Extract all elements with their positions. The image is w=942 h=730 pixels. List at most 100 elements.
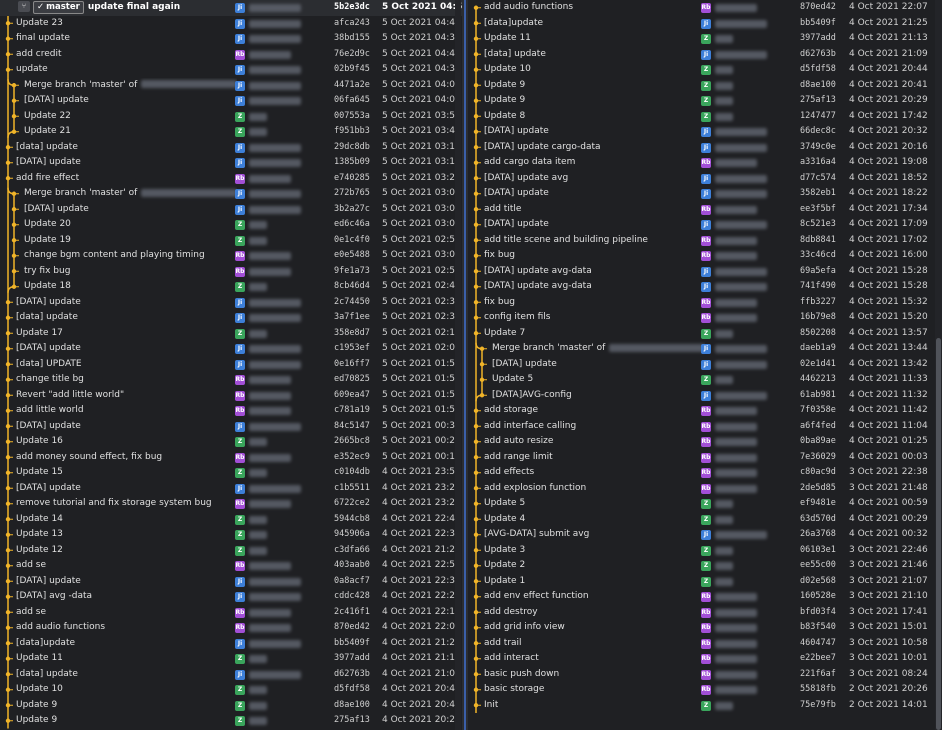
commit-row[interactable]: config item fils Rb 16b79e8 4 Oct 2021 15:2… bbox=[468, 310, 942, 326]
commit-row[interactable]: [DATA] update Ji c1953ef 5 Oct 2021 02:03 bbox=[0, 341, 462, 357]
commit-row[interactable]: add se Rb 403aab0 4 Oct 2021 22:53 bbox=[0, 558, 462, 574]
commit-row[interactable]: Update 17 Z 358e8d7 5 Oct 2021 02:16 bbox=[0, 326, 462, 342]
commit-hash[interactable]: 02e1d41 bbox=[800, 357, 836, 373]
commit-row[interactable]: [DATA]AVG-config Ji 61ab981 4 Oct 2021 11:3… bbox=[468, 388, 942, 404]
commit-hash[interactable]: 2c74450 bbox=[334, 295, 370, 311]
commit-row[interactable]: Update 8 Z 1247477 4 Oct 2021 17:42 bbox=[468, 109, 942, 125]
commit-row[interactable]: Merge branch 'master' of Ji daeb1a9 4 Oct 2… bbox=[468, 341, 942, 357]
commit-hash[interactable]: 221f6af bbox=[800, 667, 836, 683]
commit-row[interactable]: add little world Rb c781a19 5 Oct 2021 01:5… bbox=[0, 403, 462, 419]
commit-hash[interactable]: 8c521e3 bbox=[800, 217, 836, 233]
commit-hash[interactable]: 870ed42 bbox=[800, 0, 836, 16]
commit-hash[interactable]: 741f490 bbox=[800, 279, 836, 295]
commit-row[interactable]: Update 9 Zd8ae100 4 Oct 2021 20:41 bbox=[468, 78, 942, 94]
commit-row[interactable]: Update 23 Ji afca243 5 Oct 2021 04:48 bbox=[0, 16, 462, 32]
commit-hash[interactable]: c1953ef bbox=[334, 341, 370, 357]
commit-row[interactable]: add grid info view Rb b83f540 3 Oct 2021 15… bbox=[468, 620, 942, 636]
commit-row[interactable]: [DATA] update avg-data Ji 69a5efa 4 Oct 202… bbox=[468, 264, 942, 280]
commit-hash[interactable]: a6f4fed bbox=[800, 419, 836, 435]
left-scrollbar[interactable] bbox=[455, 0, 461, 730]
commit-row[interactable]: [data]update Ji bb5409f 4 Oct 2021 21:25 bbox=[0, 636, 462, 652]
commit-row[interactable]: add effects Rb c80ac9d 3 Oct 2021 22:38 bbox=[468, 465, 942, 481]
commit-hash[interactable]: 69a5efa bbox=[800, 264, 836, 280]
commit-hash[interactable]: 1385b09 bbox=[334, 155, 370, 171]
commit-row[interactable]: update Ji 02b9f45 5 Oct 2021 04:32 bbox=[0, 62, 462, 78]
commit-hash[interactable]: d62763b bbox=[800, 47, 836, 63]
commit-row[interactable]: add audio functions Rb 870ed42 4 Oct 2021 2… bbox=[468, 0, 942, 16]
commit-row[interactable]: [data] update Ji d62763b 4 Oct 2021 21:09 bbox=[468, 47, 942, 63]
commit-row[interactable]: add se Rb 2c416f1 4 Oct 2021 22:12 bbox=[0, 605, 462, 621]
commit-hash[interactable]: bb5409f bbox=[800, 16, 836, 32]
commit-hash[interactable]: 3582eb1 bbox=[800, 186, 836, 202]
commit-hash[interactable]: 8502208 bbox=[800, 326, 836, 342]
commit-hash[interactable]: 3749c0e bbox=[800, 140, 836, 156]
commit-row[interactable]: [DATA] update Ji 66dec8c 4 Oct 2021 20:32 bbox=[468, 124, 942, 140]
commit-hash[interactable]: bfd03f4 bbox=[800, 605, 836, 621]
commit-hash[interactable]: 3b2a27c bbox=[334, 202, 370, 218]
commit-hash[interactable]: 609ea47 bbox=[334, 388, 370, 404]
commit-hash[interactable]: ef9481e bbox=[800, 496, 836, 512]
commit-row[interactable]: Update 18 Z 8cb46d4 5 Oct 2021 02:44 bbox=[0, 279, 462, 295]
commit-row[interactable]: add storage Rb 7f0358e 4 Oct 2021 11:42 bbox=[468, 403, 942, 419]
commit-row[interactable]: Merge branch 'master' of Ji 272b765 5 Oct 2… bbox=[0, 186, 462, 202]
commit-hash[interactable]: 272b765 bbox=[334, 186, 370, 202]
commit-row[interactable]: [DATA] update cargo-data Ji 3749c0e 4 Oct 2… bbox=[468, 140, 942, 156]
commit-row[interactable]: try fix bug Rb 9fe1a73 5 Oct 2021 02:55 bbox=[0, 264, 462, 280]
commit-hash[interactable]: e0e5488 bbox=[334, 248, 370, 264]
commit-row[interactable]: [DATA] update Ji 84c5147 5 Oct 2021 00:33 bbox=[0, 419, 462, 435]
commit-row[interactable]: Update 15 Zc0104db 4 Oct 2021 23:55 bbox=[0, 465, 462, 481]
commit-row[interactable]: Update 11 Z 3977add 4 Oct 2021 21:13 bbox=[468, 31, 942, 47]
commit-hash[interactable]: 870ed42 bbox=[334, 620, 370, 636]
commit-hash[interactable]: 8db8841 bbox=[800, 233, 836, 249]
commit-row[interactable]: [DATA] update Ji 02e1d41 4 Oct 2021 13:42 bbox=[468, 357, 942, 373]
commit-hash[interactable]: 29dc8db bbox=[334, 140, 370, 156]
commit-row[interactable]: Update 10 Zd5fdf58 4 Oct 2021 20:44 bbox=[0, 682, 462, 698]
commit-row[interactable]: [DATA] update Ji 2c74450 5 Oct 2021 02:37 bbox=[0, 295, 462, 311]
commit-row[interactable]: Update 9 Zd8ae100 4 Oct 2021 20:41 bbox=[0, 698, 462, 714]
commit-hash[interactable]: 0e16ff7 bbox=[334, 357, 370, 373]
commit-hash[interactable]: 007553a bbox=[334, 109, 370, 125]
commit-row[interactable]: add audio functions Rb 870ed42 4 Oct 2021 2… bbox=[0, 620, 462, 636]
commit-hash[interactable]: c3dfa66 bbox=[334, 543, 370, 559]
commit-hash[interactable]: ee3f5bf bbox=[800, 202, 836, 218]
commit-row[interactable]: Update 13 Z 945906a 4 Oct 2021 22:33 bbox=[0, 527, 462, 543]
commit-hash[interactable]: 06103e1 bbox=[800, 543, 836, 559]
commit-row[interactable]: fix bug Rb ffb3227 4 Oct 2021 15:32 bbox=[468, 295, 942, 311]
commit-hash[interactable]: 75e79fb bbox=[800, 698, 836, 714]
commit-hash[interactable]: d62763b bbox=[334, 667, 370, 683]
commit-hash[interactable]: 0e1c4f0 bbox=[334, 233, 370, 249]
commit-row[interactable]: Init Z 75e79fb 2 Oct 2021 14:01 bbox=[468, 698, 942, 714]
commit-hash[interactable]: cddc428 bbox=[334, 589, 370, 605]
commit-hash[interactable]: 66dec8c bbox=[800, 124, 836, 140]
commit-hash[interactable]: 2c416f1 bbox=[334, 605, 370, 621]
commit-row[interactable]: [DATA] update Ji 0a8acf7 4 Oct 2021 22:34 bbox=[0, 574, 462, 590]
scrollbar-thumb[interactable] bbox=[936, 338, 941, 730]
commit-row[interactable]: change bgm content and playing timing Rb e… bbox=[0, 248, 462, 264]
commit-row[interactable]: add title Rb ee3f5bf 4 Oct 2021 17:34 bbox=[468, 202, 942, 218]
commit-hash[interactable]: ffb3227 bbox=[800, 295, 836, 311]
commit-hash[interactable]: 26a3768 bbox=[800, 527, 836, 543]
commit-row[interactable]: add trail Rb 4604747 3 Oct 2021 10:58 bbox=[468, 636, 942, 652]
commit-hash[interactable]: ed6c46a bbox=[334, 217, 370, 233]
commit-row[interactable]: [data] UPDATE Ji 0e16ff7 5 Oct 2021 01:51 bbox=[0, 357, 462, 373]
commit-hash[interactable]: 4471a2e bbox=[334, 78, 370, 94]
commit-row[interactable]: add fire effect Rb e740285 5 Oct 2021 03:22 bbox=[0, 171, 462, 187]
commit-hash[interactable]: d8ae100 bbox=[800, 78, 836, 94]
commit-hash[interactable]: 0a8acf7 bbox=[334, 574, 370, 590]
commit-hash[interactable]: c781a19 bbox=[334, 403, 370, 419]
commit-hash[interactable]: e740285 bbox=[334, 171, 370, 187]
commit-row[interactable]: Update 9 Z 275af13 4 Oct 2021 20:29 bbox=[0, 713, 462, 729]
right-scrollbar[interactable] bbox=[935, 0, 942, 730]
commit-row[interactable]: Update 2 Zee55c00 3 Oct 2021 21:46 bbox=[468, 558, 942, 574]
commit-hash[interactable]: ed70825 bbox=[334, 372, 370, 388]
commit-hash[interactable]: 403aab0 bbox=[334, 558, 370, 574]
commit-hash[interactable]: b83f540 bbox=[800, 620, 836, 636]
commit-hash[interactable]: 8cb46d4 bbox=[334, 279, 370, 295]
commit-hash[interactable]: 1247477 bbox=[800, 109, 836, 125]
commit-hash[interactable]: 7e36029 bbox=[800, 450, 836, 466]
commit-row[interactable]: [data] update Ji d62763b 4 Oct 2021 21:09 bbox=[0, 667, 462, 683]
commit-row[interactable]: Update 19 Z 0e1c4f0 5 Oct 2021 02:55 bbox=[0, 233, 462, 249]
commit-row[interactable]: basic push down Rb 221f6af 3 Oct 2021 08:24 bbox=[468, 667, 942, 683]
commit-hash[interactable]: d8ae100 bbox=[334, 698, 370, 714]
commit-row[interactable]: basic storage Rb 55818fb 2 Oct 2021 20:26 bbox=[468, 682, 942, 698]
